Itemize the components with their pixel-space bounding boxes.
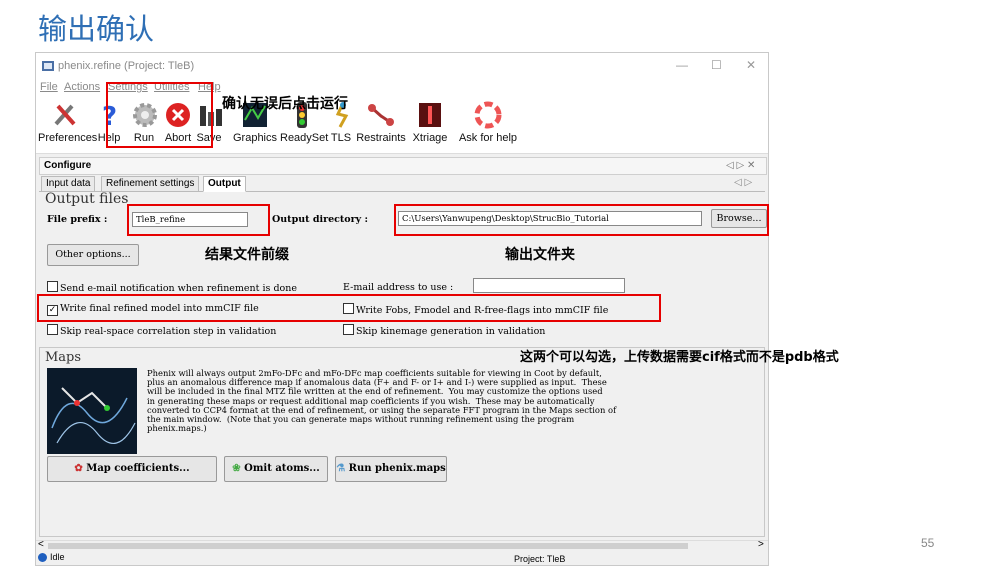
run-note: 确认无误后点击运行 bbox=[222, 96, 348, 112]
menu-actions[interactable]: Actions bbox=[64, 81, 100, 93]
prefix-note: 结果文件前缀 bbox=[205, 247, 289, 263]
skip-kinemage-option[interactable]: Skip kinemage generation in validation bbox=[343, 324, 545, 337]
settings-tabs: Input data Refinement settings Output ◁ … bbox=[39, 175, 765, 192]
scroll-right-arrow[interactable]: > bbox=[758, 539, 764, 550]
map-density-thumbnail bbox=[47, 368, 137, 454]
ask-for-help-button[interactable]: Ask for help bbox=[458, 97, 518, 151]
slide-title: 输出确认 bbox=[38, 12, 155, 46]
title-bar: phenix.refine (Project: TleB) — ☐ ✕ bbox=[36, 53, 768, 79]
folder-note: 输出文件夹 bbox=[505, 247, 575, 263]
restraints-icon bbox=[368, 104, 394, 126]
file-prefix-label: File prefix : bbox=[47, 214, 108, 225]
maps-description: Phenix will always output 2mFo-DFc and m… bbox=[147, 368, 616, 434]
map-coefficients-button[interactable]: ✿ Map coefficients... bbox=[47, 456, 217, 482]
menu-file[interactable]: File bbox=[40, 81, 58, 93]
tab-configure[interactable]: Configure bbox=[44, 160, 91, 171]
configure-tab-bar: Configure ◁ ▷ ✕ bbox=[39, 157, 767, 175]
run-phenix-maps-button[interactable]: ⚗ Run phenix.maps bbox=[335, 456, 447, 482]
preferences-button[interactable]: Preferences bbox=[38, 97, 97, 151]
skip-realspace-checkbox[interactable] bbox=[47, 324, 58, 335]
output-directory-label: Output directory : bbox=[272, 214, 368, 225]
tab-refinement-settings[interactable]: Refinement settings bbox=[101, 176, 200, 192]
scroll-left-arrow[interactable]: < bbox=[38, 539, 44, 550]
restraints-button[interactable]: Restraints bbox=[356, 97, 406, 151]
folder-highlight-box bbox=[394, 204, 769, 236]
skip-kinemage-checkbox[interactable] bbox=[343, 324, 354, 335]
xtriage-icon bbox=[419, 103, 441, 127]
xtriage-button[interactable]: Xtriage bbox=[410, 97, 450, 151]
other-options-button[interactable]: Other options... bbox=[47, 244, 139, 266]
omit-atoms-button[interactable]: ❀ Omit atoms... bbox=[224, 456, 328, 482]
skip-realspace-option[interactable]: Skip real-space correlation step in vali… bbox=[47, 324, 276, 337]
window-title: phenix.refine (Project: TleB) bbox=[58, 60, 195, 72]
close-button[interactable]: ✕ bbox=[746, 58, 756, 72]
status-bar: Idle Project: TleB bbox=[36, 551, 768, 565]
prefix-highlight-box bbox=[127, 204, 270, 236]
status-dot-icon bbox=[38, 553, 47, 562]
tab-input-data[interactable]: Input data bbox=[41, 176, 96, 192]
wrench-screwdriver-icon bbox=[54, 104, 76, 126]
maximize-button[interactable]: ☐ bbox=[711, 58, 722, 72]
maps-description-line-6: the main window. (Note that you can gene… bbox=[147, 414, 575, 425]
maps-description-line-7: phenix.maps.) bbox=[147, 423, 207, 434]
app-icon bbox=[42, 61, 54, 71]
mmcif-note: 这两个可以勾选，上传数据需要cif格式而不是pdb格式 bbox=[520, 350, 839, 365]
status-text: Idle bbox=[50, 552, 65, 562]
send-email-checkbox[interactable] bbox=[47, 281, 58, 292]
lifebuoy-icon bbox=[474, 101, 502, 129]
scrollbar-thumb[interactable] bbox=[48, 543, 688, 549]
page-number: 55 bbox=[921, 536, 935, 550]
map-coefficients-icon: ✿ bbox=[74, 463, 83, 474]
configure-tab-controls[interactable]: ◁ ▷ ✕ bbox=[726, 160, 755, 171]
send-email-option[interactable]: Send e-mail notification when refinement… bbox=[47, 281, 297, 294]
output-files-heading: Output files bbox=[45, 191, 129, 207]
email-address-input[interactable] bbox=[473, 278, 625, 293]
run-highlight-box bbox=[106, 82, 213, 148]
maps-heading: Maps bbox=[45, 350, 82, 365]
run-phenix-maps-icon: ⚗ bbox=[336, 463, 346, 474]
tab-output[interactable]: Output bbox=[203, 176, 246, 192]
mmcif-highlight-box bbox=[37, 294, 661, 322]
project-status: Project: TleB bbox=[514, 554, 566, 564]
omit-atoms-icon: ❀ bbox=[232, 463, 241, 474]
minimize-button[interactable]: — bbox=[676, 58, 688, 72]
horizontal-scrollbar[interactable]: < > bbox=[36, 539, 768, 551]
email-address-label: E-mail address to use : bbox=[343, 282, 454, 293]
tab-nav-arrows[interactable]: ◁ ▷ bbox=[734, 177, 752, 188]
